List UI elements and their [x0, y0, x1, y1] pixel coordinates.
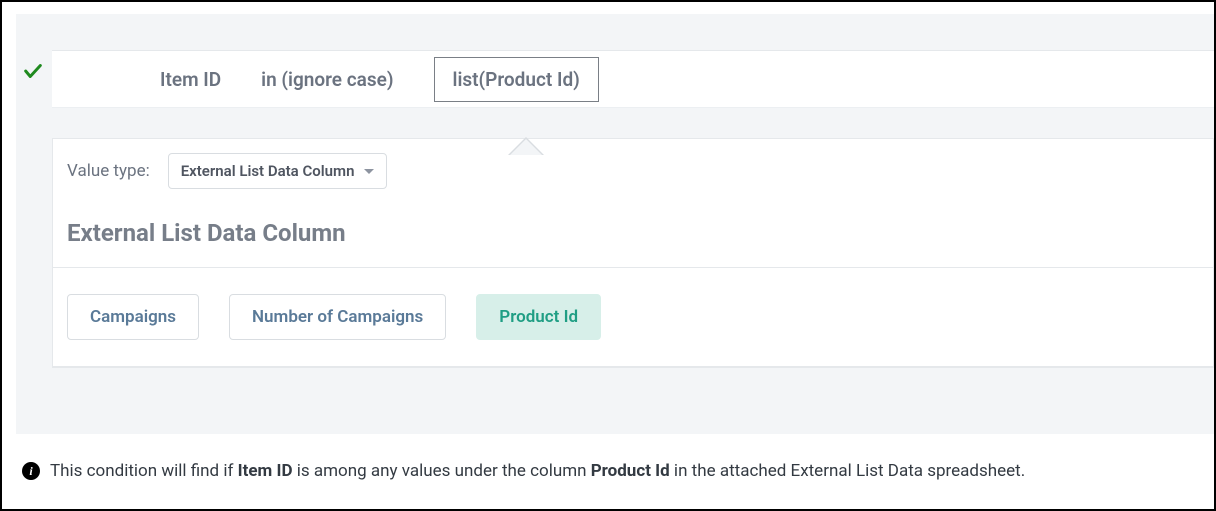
- info-text-part: This condition will find if: [50, 461, 238, 481]
- info-text-part: in the attached External List Data sprea…: [670, 461, 1025, 481]
- info-row: i This condition will find if Item ID is…: [22, 461, 1200, 481]
- condition-operator[interactable]: in (ignore case): [261, 68, 393, 91]
- value-type-label: Value type:: [67, 161, 150, 181]
- section-heading: External List Data Column: [53, 211, 1213, 267]
- condition-value[interactable]: list(Product Id): [434, 57, 599, 102]
- value-config-panel: Value type: External List Data Column Ex…: [52, 138, 1214, 368]
- config-gray-panel: Item ID in (ignore case) list(Product Id…: [16, 14, 1214, 434]
- condition-value-text: list(Product Id): [453, 68, 580, 91]
- divider: [53, 366, 1213, 367]
- column-chip[interactable]: Campaigns: [67, 294, 199, 340]
- column-chip[interactable]: Product Id: [476, 294, 601, 340]
- column-chip[interactable]: Number of Campaigns: [229, 294, 446, 340]
- columns-chip-row: Campaigns Number of Campaigns Product Id: [53, 268, 1213, 366]
- info-text-part: is among any values under the column: [293, 461, 591, 481]
- chevron-down-icon: [364, 169, 374, 174]
- info-icon: i: [22, 462, 40, 480]
- info-text: This condition will find if Item ID is a…: [50, 461, 1025, 481]
- value-type-row: Value type: External List Data Column: [53, 139, 1213, 211]
- condition-bar-wrap: Item ID in (ignore case) list(Product Id…: [16, 50, 1214, 108]
- info-text-bold: Item ID: [238, 461, 293, 481]
- value-type-selected-text: External List Data Column: [181, 162, 355, 180]
- condition-bar: Item ID in (ignore case) list(Product Id…: [52, 50, 1214, 108]
- info-text-bold: Product Id: [591, 461, 670, 481]
- check-icon: [22, 60, 44, 86]
- value-type-dropdown[interactable]: External List Data Column: [168, 153, 388, 189]
- condition-field[interactable]: Item ID: [160, 68, 221, 91]
